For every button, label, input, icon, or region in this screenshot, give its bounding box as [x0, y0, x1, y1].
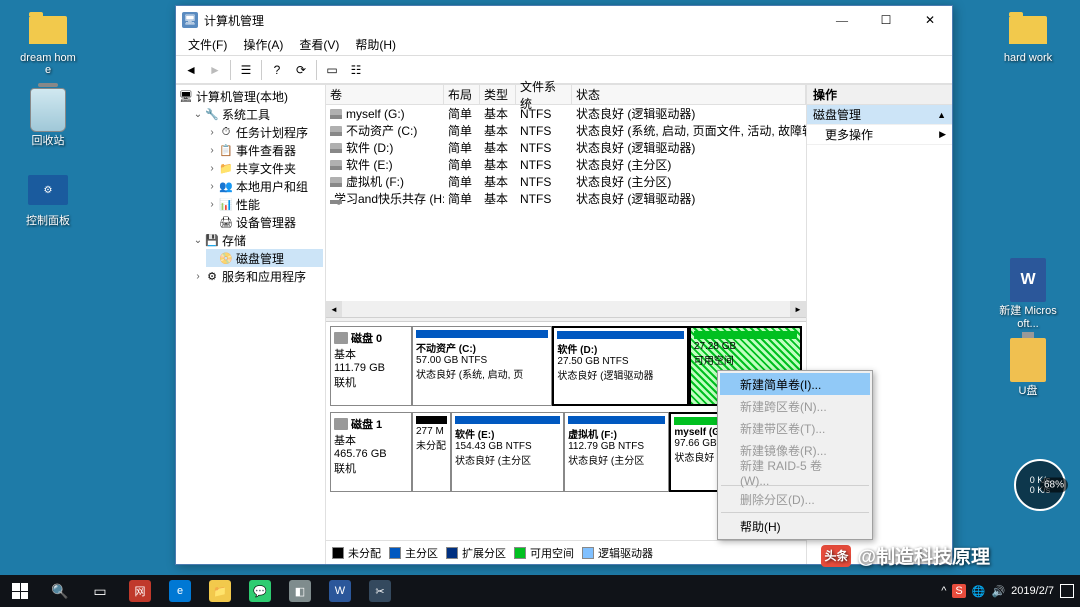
taskbar-wechat-icon[interactable]: 💬: [240, 575, 280, 607]
taskbar-task-view-icon[interactable]: ▭: [80, 575, 120, 607]
tray-clock[interactable]: 2019/2/7: [1011, 585, 1054, 597]
desktop-icon-usb[interactable]: U盘: [998, 340, 1058, 398]
titlebar[interactable]: 🖥 计算机管理 — ☐ ✕: [176, 6, 952, 34]
tree-shared-folders[interactable]: ›📁共享文件夹: [206, 159, 323, 177]
word-icon: W: [1008, 260, 1048, 300]
tree-services-apps[interactable]: ›⚙服务和应用程序: [192, 267, 323, 285]
tree-task-scheduler[interactable]: ›⏱任务计划程序: [206, 123, 323, 141]
tree-system-tools[interactable]: ⌄🔧系统工具: [192, 105, 323, 123]
close-button[interactable]: ✕: [908, 6, 952, 34]
tray-volume-icon[interactable]: 🔊: [991, 585, 1005, 598]
desktop-icon-word[interactable]: W 新建 Microsoft...: [998, 260, 1058, 330]
menubar: 文件(F) 操作(A) 查看(V) 帮助(H): [176, 34, 952, 56]
ctx-help[interactable]: 帮助(H): [720, 515, 870, 537]
partition[interactable]: 虚拟机 (F:)112.79 GB NTFS状态良好 (主分区: [564, 412, 669, 492]
tray-app-icon[interactable]: S: [952, 584, 965, 598]
col-status[interactable]: 状态: [572, 85, 806, 104]
folder-icon: [28, 10, 68, 50]
desktop-icon-control-panel[interactable]: ⚙ 控制面板: [18, 170, 78, 228]
menu-file[interactable]: 文件(F): [180, 36, 235, 53]
show-hide-tree-button[interactable]: ☰: [235, 59, 257, 81]
tree-root[interactable]: 🖥计算机管理(本地): [178, 87, 323, 105]
network-meter-widget[interactable]: 0 K/s 0 K/s 68%: [1014, 459, 1066, 511]
taskbar-snip-icon[interactable]: ✂: [360, 575, 400, 607]
app-icon: 🖥: [182, 12, 198, 28]
ctx-new-raid5-volume[interactable]: 新建 RAID-5 卷(W)...: [720, 461, 870, 483]
tree-pane: 🖥计算机管理(本地) ⌄🔧系统工具 ›⏱任务计划程序 ›📋事件查看器 ›📁共享文…: [176, 85, 326, 564]
desktop-icon-recycle[interactable]: 回收站: [18, 90, 78, 148]
tree-performance[interactable]: ›📊性能: [206, 195, 323, 213]
scroll-left-button[interactable]: ◄: [326, 301, 342, 317]
volume-row[interactable]: 软件 (D:)简单基本NTFS状态良好 (逻辑驱动器): [326, 139, 806, 156]
partition[interactable]: 软件 (D:)27.50 GB NTFS状态良好 (逻辑驱动器: [552, 326, 689, 406]
actions-header: 操作: [807, 85, 952, 105]
volume-row[interactable]: 软件 (E:)简单基本NTFS状态良好 (主分区): [326, 156, 806, 173]
disk-header[interactable]: 磁盘 1基本465.76 GB联机: [330, 412, 412, 492]
control-panel-icon: ⚙: [28, 170, 68, 210]
taskbar-edge-icon[interactable]: e: [160, 575, 200, 607]
net-percent: 68%: [1040, 478, 1068, 493]
taskbar: 🔍 ▭ 网 e 📁 💬 ◧ W ✂ ^ S 🌐 🔊 2019/2/7: [0, 575, 1080, 607]
menu-view[interactable]: 查看(V): [291, 36, 347, 53]
taskbar-word-icon[interactable]: W: [320, 575, 360, 607]
watermark: 头条 @制造科技原理: [821, 542, 990, 569]
volume-row[interactable]: 不动资产 (C:)简单基本NTFS状态良好 (系统, 启动, 页面文件, 活动,…: [326, 122, 806, 139]
start-button[interactable]: [0, 575, 40, 607]
volume-row[interactable]: 学习and快乐共存 (H:)简单基本NTFS状态良好 (逻辑驱动器): [326, 190, 806, 207]
tray-expand-icon[interactable]: ^: [941, 585, 946, 597]
back-button[interactable]: ◄: [180, 59, 202, 81]
volume-row[interactable]: myself (G:)简单基本NTFS状态良好 (逻辑驱动器): [326, 105, 806, 122]
taskbar-app2[interactable]: ◧: [280, 575, 320, 607]
minimize-button[interactable]: —: [820, 6, 864, 34]
folder-icon: [1008, 10, 1048, 50]
tree-event-viewer[interactable]: ›📋事件查看器: [206, 141, 323, 159]
menu-action[interactable]: 操作(A): [235, 36, 291, 53]
partition[interactable]: 277 M未分配: [412, 412, 451, 492]
disk-header[interactable]: 磁盘 0基本111.79 GB联机: [330, 326, 412, 406]
tree-disk-management[interactable]: 📀磁盘管理: [206, 249, 323, 267]
window-title: 计算机管理: [204, 12, 820, 29]
volume-list: 卷 布局 类型 文件系统 状态 myself (G:)简单基本NTFS状态良好 …: [326, 85, 806, 317]
view-button[interactable]: ▭: [321, 59, 343, 81]
usb-drive-icon: [1008, 340, 1048, 380]
actions-more[interactable]: 更多操作▶: [807, 125, 952, 145]
scroll-right-button[interactable]: ►: [790, 301, 806, 317]
system-tray[interactable]: ^ S 🌐 🔊 2019/2/7: [941, 584, 1080, 598]
recycle-bin-icon: [28, 90, 68, 130]
list-button[interactable]: ☷: [345, 59, 367, 81]
taskbar-search-icon[interactable]: 🔍: [40, 575, 80, 607]
desktop-icon-dream-home[interactable]: dream home: [18, 10, 78, 76]
ctx-delete-partition[interactable]: 删除分区(D)...: [720, 488, 870, 510]
partition[interactable]: 不动资产 (C:)57.00 GB NTFS状态良好 (系统, 启动, 页: [412, 326, 552, 406]
tray-notification-icon[interactable]: [1060, 584, 1074, 598]
taskbar-explorer-icon[interactable]: 📁: [200, 575, 240, 607]
maximize-button[interactable]: ☐: [864, 6, 908, 34]
tree-device-manager[interactable]: 🖨设备管理器: [206, 213, 323, 231]
col-layout[interactable]: 布局: [444, 85, 480, 104]
ctx-new-simple-volume[interactable]: 新建简单卷(I)...: [720, 373, 870, 395]
tree-local-users[interactable]: ›👥本地用户和组: [206, 177, 323, 195]
forward-button[interactable]: ►: [204, 59, 226, 81]
volume-header: 卷 布局 类型 文件系统 状态: [326, 85, 806, 105]
actions-disk-mgmt[interactable]: 磁盘管理▲: [807, 105, 952, 125]
help-button[interactable]: ?: [266, 59, 288, 81]
refresh-button[interactable]: ⟳: [290, 59, 312, 81]
tray-network-icon[interactable]: 🌐: [972, 585, 986, 598]
col-fs[interactable]: 文件系统: [516, 85, 572, 104]
ctx-new-spanned-volume[interactable]: 新建跨区卷(N)...: [720, 395, 870, 417]
tree-storage[interactable]: ⌄💾存储: [192, 231, 323, 249]
ctx-new-striped-volume[interactable]: 新建带区卷(T)...: [720, 417, 870, 439]
desktop-icon-hard-work[interactable]: hard work: [998, 10, 1058, 64]
partition[interactable]: 软件 (E:)154.43 GB NTFS状态良好 (主分区: [451, 412, 564, 492]
menu-help[interactable]: 帮助(H): [347, 36, 404, 53]
h-scrollbar[interactable]: ◄ ►: [326, 301, 806, 317]
taskbar-app1[interactable]: 网: [120, 575, 160, 607]
col-volume[interactable]: 卷: [326, 85, 444, 104]
volume-row[interactable]: 虚拟机 (F:)简单基本NTFS状态良好 (主分区): [326, 173, 806, 190]
context-menu: 新建简单卷(I)... 新建跨区卷(N)... 新建带区卷(T)... 新建镜像…: [717, 370, 873, 540]
legend: 未分配 主分区 扩展分区 可用空间 逻辑驱动器: [326, 540, 806, 564]
col-type[interactable]: 类型: [480, 85, 516, 104]
